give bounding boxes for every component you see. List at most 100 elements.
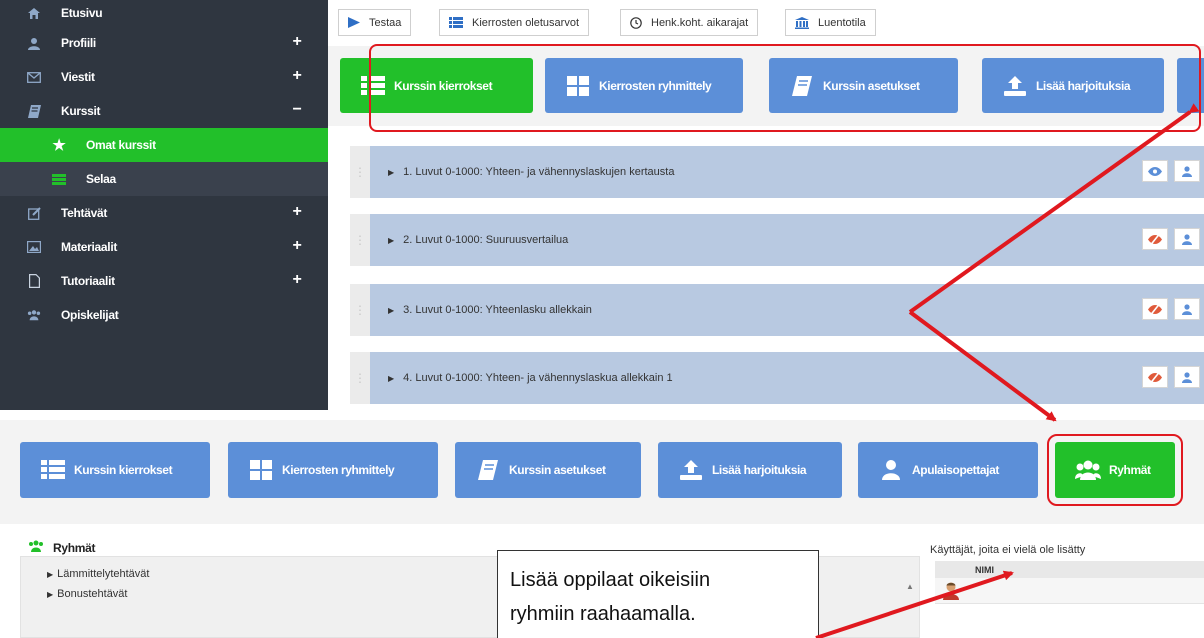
book-icon xyxy=(475,459,501,481)
sidebar-item-label: Tehtävät xyxy=(61,206,108,220)
tab-kierrosten-ryhmittely[interactable]: Kierrosten ryhmittely xyxy=(228,442,438,498)
sidebar: Etusivu Profiili + Viestit + Kurssit − ★… xyxy=(0,0,328,410)
expand-icon[interactable]: + xyxy=(290,272,304,288)
sidebar-item-materiaalit[interactable]: Materiaalit + xyxy=(0,230,328,264)
users-icon xyxy=(28,540,44,555)
sidebar-item-tehtavat[interactable]: Tehtävät + xyxy=(0,196,328,230)
groups-screen: Kurssin kierrokset Kierrosten ryhmittely… xyxy=(0,410,1204,638)
sidebar-item-viestit[interactable]: Viestit + xyxy=(0,60,328,94)
list-icon xyxy=(52,172,66,186)
screenshot-composite: Etusivu Profiili + Viestit + Kurssit − ★… xyxy=(0,0,1204,638)
tab-apulaisopettajat[interactable]: Apulaisopettajat xyxy=(858,442,1038,498)
column-header-nimi: NIMI xyxy=(975,565,994,575)
unassigned-users-title: Käyttäjät, joita ei vielä ole lisätty xyxy=(930,544,1086,556)
scroll-up-icon[interactable]: ▲ xyxy=(901,577,919,595)
file-icon xyxy=(27,274,41,288)
user-icon[interactable] xyxy=(1174,228,1200,250)
grid-icon xyxy=(248,459,274,481)
expand-icon[interactable]: + xyxy=(290,34,304,50)
sidebar-item-kurssit[interactable]: Kurssit − xyxy=(0,94,328,128)
list-item[interactable]: ▶ Lämmittelytehtävät xyxy=(47,568,149,580)
avatar[interactable] xyxy=(943,582,959,600)
user-icon[interactable] xyxy=(1174,366,1200,388)
sidebar-item-label: Omat kurssit xyxy=(86,138,156,152)
home-icon xyxy=(27,6,41,20)
drag-handle-icon[interactable]: ⋮ xyxy=(350,146,370,198)
instruction-callout: Lisää oppilaat oikeisiin ryhmiin raahaam… xyxy=(497,550,819,638)
list-item[interactable]: ⋮ ▶ 1. Luvut 0-1000: Yhteen- ja vähennys… xyxy=(350,146,1204,198)
drag-handle-icon[interactable]: ⋮ xyxy=(350,284,370,336)
expand-arrow-icon[interactable]: ▶ xyxy=(388,306,394,315)
page-title: Ryhmät xyxy=(28,540,96,555)
eye-icon[interactable] xyxy=(1142,160,1168,182)
sidebar-item-label: Viestit xyxy=(61,70,95,84)
luentotila-button[interactable]: Luentotila xyxy=(785,9,876,36)
list-icon xyxy=(40,459,66,481)
sidebar-item-profiili[interactable]: Profiili + xyxy=(0,26,328,60)
upload-icon xyxy=(678,459,704,481)
collapse-icon[interactable]: − xyxy=(290,102,304,118)
expand-arrow-icon[interactable]: ▶ xyxy=(388,374,394,383)
sidebar-item-label: Materiaalit xyxy=(61,240,118,254)
sidebar-item-tutoriaalit[interactable]: Tutoriaalit + xyxy=(0,264,328,298)
drag-handle-icon[interactable]: ⋮ xyxy=(350,352,370,404)
sidebar-item-label: Etusivu xyxy=(61,6,103,20)
institution-icon xyxy=(795,16,809,29)
expand-arrow-icon[interactable]: ▶ xyxy=(47,590,53,599)
tab-kurssin-kierrokset[interactable]: Kurssin kierrokset xyxy=(20,442,210,498)
list-item[interactable]: ⋮ ▶ 2. Luvut 0-1000: Suuruusvertailua xyxy=(350,214,1204,266)
course-tabs: Kurssin kierrokset Kierrosten ryhmittely… xyxy=(0,420,1204,524)
highlight-box xyxy=(369,44,1201,132)
round-bar[interactable]: ▶ 4. Luvut 0-1000: Yhteen- ja vähennysla… xyxy=(370,352,1204,404)
book-icon xyxy=(27,104,41,118)
list-item[interactable]: ▶ Bonustehtävät xyxy=(47,588,128,600)
expand-icon[interactable]: + xyxy=(290,68,304,84)
round-list: ⋮ ▶ 1. Luvut 0-1000: Yhteen- ja vähennys… xyxy=(328,126,1204,410)
user-icon[interactable] xyxy=(1174,298,1200,320)
tab-kurssin-asetukset[interactable]: Kurssin asetukset xyxy=(455,442,641,498)
star-icon: ★ xyxy=(52,137,66,154)
expand-arrow-icon[interactable]: ▶ xyxy=(47,570,53,579)
eye-slash-icon[interactable] xyxy=(1142,228,1168,250)
expand-arrow-icon[interactable]: ▶ xyxy=(388,236,394,245)
list-item[interactable]: ⋮ ▶ 4. Luvut 0-1000: Yhteen- ja vähennys… xyxy=(350,352,1204,404)
sidebar-item-label: Profiili xyxy=(61,36,96,50)
sidebar-item-selaa[interactable]: Selaa xyxy=(0,162,328,196)
aikarajat-button[interactable]: Henk.koht. aikarajat xyxy=(620,9,759,36)
list-icon xyxy=(449,17,463,28)
round-bar[interactable]: ▶ 3. Luvut 0-1000: Yhteenlasku allekkain xyxy=(370,284,1204,336)
users-icon xyxy=(27,308,41,322)
eye-slash-icon[interactable] xyxy=(1142,298,1168,320)
expand-icon[interactable]: + xyxy=(290,204,304,220)
tab-lisaa-harjoituksia[interactable]: Lisää harjoituksia xyxy=(658,442,842,498)
edit-icon xyxy=(27,206,41,220)
sidebar-item-omat-kurssit[interactable]: ★ Omat kurssit xyxy=(0,128,328,162)
expand-arrow-icon[interactable]: ▶ xyxy=(388,168,394,177)
toolbar: Testaa Kierrosten oletusarvot Henk.koht.… xyxy=(328,0,1204,46)
unassigned-users-table: NIMI xyxy=(935,561,1204,638)
course-rounds-screen: Etusivu Profiili + Viestit + Kurssit − ★… xyxy=(0,0,1204,410)
sidebar-item-etusivu[interactable]: Etusivu xyxy=(0,0,328,26)
user-icon[interactable] xyxy=(1174,160,1200,182)
image-icon xyxy=(27,240,41,254)
table-row[interactable] xyxy=(935,578,1204,604)
expand-icon[interactable]: + xyxy=(290,238,304,254)
sidebar-item-opiskelijat[interactable]: Opiskelijat xyxy=(0,298,328,332)
sidebar-item-label: Selaa xyxy=(86,172,116,186)
sidebar-item-label: Kurssit xyxy=(61,104,101,118)
groups-panel: Ryhmät ▶ Lämmittelytehtävät ▶ Bonustehtävä… xyxy=(0,524,1204,638)
highlight-box xyxy=(1047,434,1183,506)
oletusarvot-button[interactable]: Kierrosten oletusarvot xyxy=(439,9,589,36)
sidebar-item-label: Tutoriaalit xyxy=(61,274,115,288)
envelope-icon xyxy=(27,70,41,84)
drag-handle-icon[interactable]: ⋮ xyxy=(350,214,370,266)
eye-slash-icon[interactable] xyxy=(1142,366,1168,388)
clock-icon xyxy=(630,16,642,29)
round-bar[interactable]: ▶ 2. Luvut 0-1000: Suuruusvertailua xyxy=(370,214,1204,266)
testaa-button[interactable]: Testaa xyxy=(338,9,412,36)
table-header: NIMI xyxy=(935,561,1204,578)
sidebar-item-label: Opiskelijat xyxy=(61,308,119,322)
user-icon xyxy=(27,36,41,50)
list-item[interactable]: ⋮ ▶ 3. Luvut 0-1000: Yhteenlasku allekka… xyxy=(350,284,1204,336)
round-bar[interactable]: ▶ 1. Luvut 0-1000: Yhteen- ja vähennysla… xyxy=(370,146,1204,198)
